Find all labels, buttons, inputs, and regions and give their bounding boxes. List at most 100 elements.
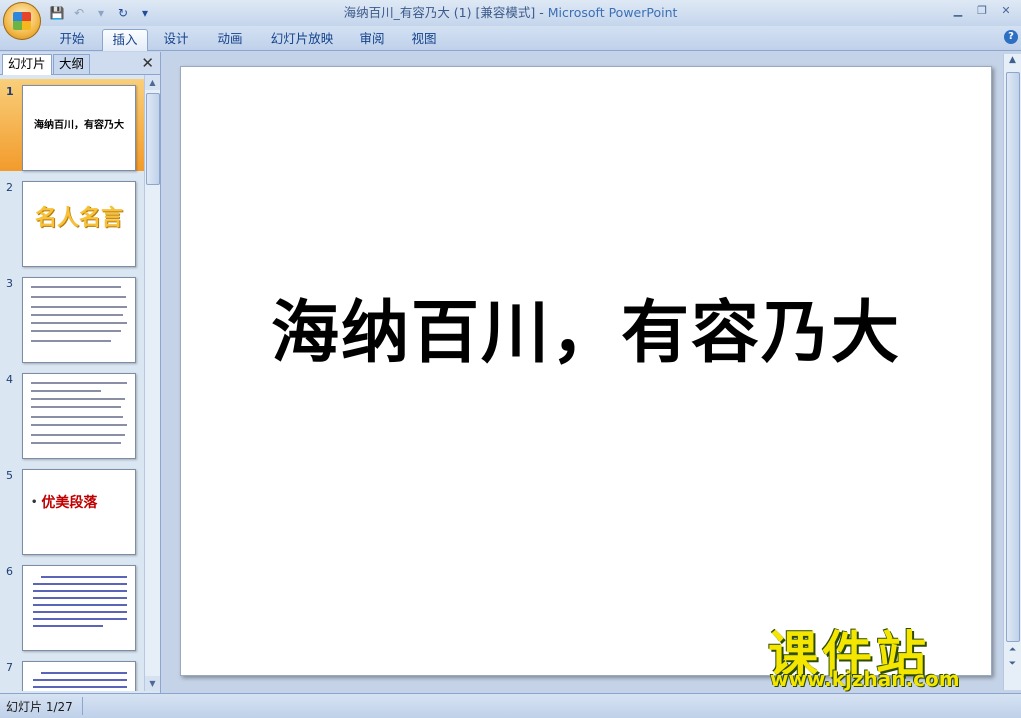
pane-tabs: 幻灯片 大纲 ✕ [0,52,160,75]
tab-slideshow[interactable]: 幻灯片放映 [268,29,336,50]
text-line [33,679,127,681]
thumbnail-preview [22,277,136,363]
customize-qat-icon[interactable]: ▾ [136,5,154,21]
bullet-icon: • [31,497,38,508]
text-line [33,597,127,599]
close-pane-icon[interactable]: ✕ [141,54,154,72]
text-line [31,286,121,288]
minimize-icon[interactable]: ▁ [949,3,967,19]
slide-thumbnail-2[interactable]: 2 名人名言 [0,175,144,267]
editor-scrollbar[interactable]: ▲ ⏶ ⏷ [1003,54,1021,690]
save-icon[interactable]: 💾 [48,5,66,21]
text-line [31,416,123,418]
thumbnail-preview [22,661,136,691]
status-bar: 幻灯片 1/27 [0,693,1021,718]
text-line [31,406,121,408]
undo-dropdown-icon[interactable]: ▾ [92,5,110,21]
slide-thumbnail-6[interactable]: 6 [0,559,144,651]
tab-home[interactable]: 开始 [56,29,88,50]
thumbnail-preview: 名人名言 [22,181,136,267]
thumbnail-number: 4 [6,373,13,386]
thumbnail-number: 7 [6,661,13,674]
undo-icon[interactable]: ↶ [70,5,88,21]
thumbnail-preview: • 优美段落 [22,469,136,555]
slide-thumbnail-3[interactable]: 3 [0,271,144,363]
maximize-icon[interactable]: ❐ [973,3,991,19]
thumbnail-title-text: 优美段落 [41,495,98,511]
tab-view[interactable]: 视图 [408,29,440,50]
scroll-up-icon[interactable]: ▲ [145,75,160,90]
text-line [33,618,127,620]
thumbnail-number: 6 [6,565,13,578]
title-bar: 海纳百川_有容乃大 (1) [兼容模式] - Microsoft PowerPo… [0,0,1021,26]
tab-animations[interactable]: 动画 [214,29,246,50]
thumbnail-title: 海纳百川，有容乃大 [34,120,124,131]
thumbnail-preview [22,565,136,651]
thumbnail-list: 1 海纳百川，有容乃大 2 名人名言 3 4 5 • 优美段落 6 7 [0,75,144,691]
text-line [33,604,127,606]
window-title-document: 海纳百川_有容乃大 (1) [兼容模式] [343,5,536,20]
text-line [41,672,127,674]
text-line [31,322,127,324]
tab-design[interactable]: 设计 [160,29,192,50]
watermark-url: www.kjzhan.com [770,667,960,691]
next-slide-icon[interactable]: ⏷ [1004,658,1021,670]
thumbnail-number: 1 [6,85,14,98]
tab-review[interactable]: 审阅 [356,29,388,50]
thumbnail-preview [22,373,136,459]
close-window-icon[interactable]: ✕ [997,3,1015,19]
text-line [33,686,127,688]
text-line [31,382,127,384]
quick-access-toolbar: 💾 ↶ ▾ ↻ ▾ [48,4,154,22]
tab-outline[interactable]: 大纲 [53,54,91,74]
window-controls: ▁ ❐ ✕ [949,3,1015,19]
tab-insert[interactable]: 插入 [102,29,148,51]
text-line [31,434,125,436]
text-line [31,330,121,332]
text-line [31,306,127,308]
text-line [31,398,125,400]
thumbnail-preview: 海纳百川，有容乃大 [22,85,136,171]
thumbnail-number: 3 [6,277,13,290]
slide-counter: 幻灯片 1/27 [6,700,73,714]
tab-slides[interactable]: 幻灯片 [2,54,52,75]
window-title-app: Microsoft PowerPoint [547,5,678,20]
thumbnail-scrollbar[interactable]: ▲ ▼ [144,75,160,691]
watermark: 课件站 www.kjzhan.com [768,615,1004,693]
text-line [31,340,111,342]
scroll-up-icon[interactable]: ▲ [1004,54,1021,66]
slides-pane: 幻灯片 大纲 ✕ 1 海纳百川，有容乃大 2 名人名言 3 4 5 • 优美段落… [0,52,161,693]
text-line [33,611,127,613]
text-line [31,296,126,298]
scroll-thumb[interactable] [1006,72,1020,642]
slide-title[interactable]: 海纳百川，有容乃大 [181,277,991,376]
text-line [33,625,103,627]
thumbnail-title: 名人名言 [34,205,123,231]
office-button[interactable] [3,2,41,40]
office-logo-icon [13,12,31,30]
slide-thumbnail-4[interactable]: 4 [0,367,144,459]
text-line [31,314,123,316]
window-title-separator: - [535,5,548,20]
text-line [31,390,101,392]
text-line [31,442,121,444]
thumbnail-number: 2 [6,181,13,194]
slide-editor: 海纳百川，有容乃大 ▲ ⏶ ⏷ [162,52,1021,693]
text-line [33,583,127,585]
thumbnail-title: • 优美段落 [31,492,97,512]
thumbnail-number: 5 [6,469,13,482]
ribbon-tabs: 开始 插入 设计 动画 幻灯片放映 审阅 视图 ? [0,26,1021,51]
text-line [41,576,127,578]
text-line [33,590,127,592]
help-icon[interactable]: ? [1004,30,1018,44]
status-divider [82,697,83,715]
text-line [31,424,127,426]
scroll-down-icon[interactable]: ▼ [145,676,160,691]
slide-thumbnail-1[interactable]: 1 海纳百川，有容乃大 [0,79,144,171]
slide-thumbnail-7[interactable]: 7 [0,655,144,691]
redo-icon[interactable]: ↻ [114,5,132,21]
slide-thumbnail-5[interactable]: 5 • 优美段落 [0,463,144,555]
current-slide[interactable]: 海纳百川，有容乃大 [180,66,992,676]
scroll-thumb[interactable] [146,93,160,185]
previous-slide-icon[interactable]: ⏶ [1004,644,1021,656]
